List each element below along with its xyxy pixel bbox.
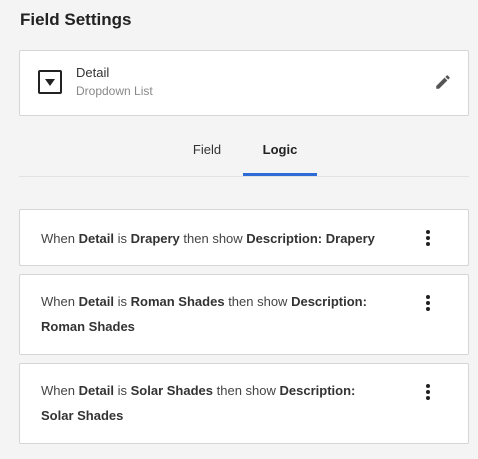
logic-rule: When Detail is Solar Shades then show De… — [19, 363, 469, 444]
dropdown-icon — [38, 70, 62, 94]
field-type: Dropdown List — [76, 84, 153, 98]
rule-text: When Detail is Drapery then show Descrip… — [41, 231, 375, 246]
tab-logic[interactable]: Logic — [243, 132, 317, 176]
more-options-icon[interactable] — [426, 230, 430, 246]
field-settings-panel: Field Settings Detail Dropdown List Fiel… — [0, 0, 478, 459]
more-options-icon[interactable] — [426, 384, 430, 400]
page-title: Field Settings — [20, 10, 132, 29]
field-card[interactable]: Detail Dropdown List — [19, 50, 469, 116]
logic-rule: When Detail is Drapery then show Descrip… — [19, 209, 469, 266]
pencil-icon[interactable] — [434, 73, 452, 91]
rule-text: When Detail is Solar Shades then show De… — [41, 383, 356, 423]
tab-bar: Field Logic — [19, 132, 469, 177]
logic-rule: When Detail is Roman Shades then show De… — [19, 274, 469, 355]
rule-text: When Detail is Roman Shades then show De… — [41, 294, 367, 334]
tab-field[interactable]: Field — [171, 132, 243, 176]
field-name: Detail — [76, 65, 110, 80]
more-options-icon[interactable] — [426, 295, 430, 311]
